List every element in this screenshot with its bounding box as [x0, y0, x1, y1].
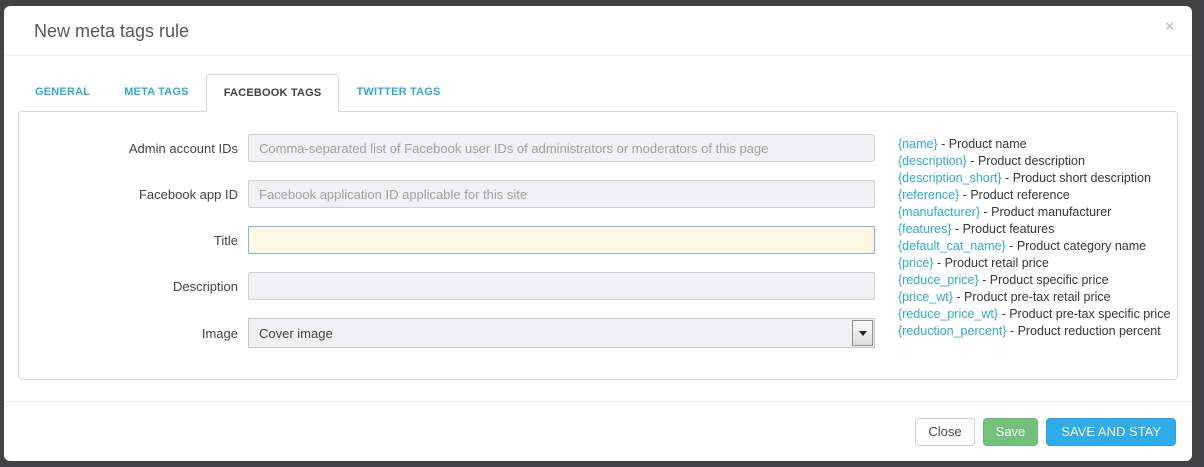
separator: -	[941, 137, 945, 151]
variable-description: Product category name	[1017, 239, 1146, 253]
variable-description: Product reduction percent	[1018, 324, 1161, 338]
modal-body: GENERAL META TAGS FACEBOOK TAGS TWITTER …	[4, 56, 1192, 401]
admin-account-ids-label: Admin account IDs	[19, 141, 248, 156]
tab-general[interactable]: GENERAL	[18, 74, 107, 111]
separator: -	[955, 222, 959, 236]
separator: -	[1005, 171, 1009, 185]
variable-description: Product specific price	[990, 273, 1109, 287]
title-input[interactable]	[248, 226, 875, 254]
separator: -	[983, 205, 987, 219]
modal-footer: Close Save SAVE AND STAY	[4, 401, 1192, 461]
variable-token[interactable]: {reduce_price}	[898, 273, 979, 287]
variable-token[interactable]: {features}	[898, 222, 952, 236]
variable-token[interactable]: {description}	[898, 154, 967, 168]
tab-twitter-tags[interactable]: TWITTER TAGS	[339, 74, 457, 111]
variable-description: Product description	[978, 154, 1085, 168]
variable-token[interactable]: {price_wt}	[898, 290, 953, 304]
form-row-title: Title	[19, 226, 885, 254]
close-icon[interactable]: ×	[1165, 19, 1174, 34]
modal-title: New meta tags rule	[34, 21, 1162, 42]
facebook-tags-form: Admin account IDs Facebook app ID Title …	[19, 134, 885, 379]
list-item: {reference} - Product reference	[898, 187, 1170, 204]
save-and-stay-button[interactable]: SAVE AND STAY	[1046, 418, 1176, 446]
close-button[interactable]: Close	[915, 418, 974, 446]
image-select[interactable]: Cover image	[248, 318, 875, 348]
separator: -	[963, 188, 967, 202]
list-item: {manufacturer} - Product manufacturer	[898, 204, 1170, 221]
admin-account-ids-input[interactable]	[248, 134, 875, 162]
list-item: {description_short} - Product short desc…	[898, 170, 1170, 187]
separator: -	[1009, 239, 1013, 253]
variable-token[interactable]: {reduce_price_wt}	[898, 307, 998, 321]
separator: -	[982, 273, 986, 287]
facebook-app-id-input[interactable]	[248, 180, 875, 208]
variable-description: Product manufacturer	[991, 205, 1111, 219]
variable-description: Product retail price	[945, 256, 1049, 270]
variable-token[interactable]: {reduction_percent}	[898, 324, 1006, 338]
variable-token[interactable]: {name}	[898, 137, 938, 151]
variable-description: Product features	[963, 222, 1055, 236]
tab-facebook-tags[interactable]: FACEBOOK TAGS	[206, 74, 340, 112]
variable-token[interactable]: {description_short}	[898, 171, 1002, 185]
placeholder-variables-list: {name} - Product name {description} - Pr…	[885, 134, 1170, 379]
list-item: {name} - Product name	[898, 136, 1170, 153]
new-meta-tags-rule-modal: New meta tags rule × GENERAL META TAGS F…	[4, 6, 1192, 461]
save-button[interactable]: Save	[983, 418, 1039, 446]
list-item: {default_cat_name} - Product category na…	[898, 238, 1170, 255]
variable-token[interactable]: {default_cat_name}	[898, 239, 1006, 253]
variable-token[interactable]: {manufacturer}	[898, 205, 980, 219]
form-row-facebook-app-id: Facebook app ID	[19, 180, 885, 208]
variable-description: Product short description	[1013, 171, 1151, 185]
list-item: {features} - Product features	[898, 221, 1170, 238]
form-row-description: Description	[19, 272, 885, 300]
separator: -	[937, 256, 941, 270]
facebook-tags-panel: Admin account IDs Facebook app ID Title …	[18, 111, 1178, 380]
form-row-image: Image Cover image	[19, 318, 885, 348]
separator: -	[970, 154, 974, 168]
description-input[interactable]	[248, 272, 875, 300]
image-select-wrap: Cover image	[248, 318, 875, 348]
list-item: {price} - Product retail price	[898, 255, 1170, 272]
list-item: {reduce_price_wt} - Product pre-tax spec…	[898, 306, 1170, 323]
image-label: Image	[19, 326, 248, 341]
variable-description: Product name	[949, 137, 1027, 151]
form-row-admin-account-ids: Admin account IDs	[19, 134, 885, 162]
tab-bar: GENERAL META TAGS FACEBOOK TAGS TWITTER …	[18, 74, 1178, 111]
facebook-app-id-label: Facebook app ID	[19, 187, 248, 202]
variable-description: Product pre-tax specific price	[1009, 307, 1170, 321]
title-label: Title	[19, 233, 248, 248]
separator: -	[1002, 307, 1006, 321]
tab-meta-tags[interactable]: META TAGS	[107, 74, 206, 111]
description-label: Description	[19, 279, 248, 294]
variable-token[interactable]: {price}	[898, 256, 933, 270]
separator: -	[1010, 324, 1014, 338]
variable-description: Product reference	[970, 188, 1069, 202]
list-item: {price_wt} - Product pre-tax retail pric…	[898, 289, 1170, 306]
list-item: {reduction_percent} - Product reduction …	[898, 323, 1170, 340]
variable-token[interactable]: {reference}	[898, 188, 959, 202]
variable-description: Product pre-tax retail price	[964, 290, 1111, 304]
list-item: {reduce_price} - Product specific price	[898, 272, 1170, 289]
separator: -	[956, 290, 960, 304]
modal-header: New meta tags rule ×	[4, 6, 1192, 55]
list-item: {description} - Product description	[898, 153, 1170, 170]
